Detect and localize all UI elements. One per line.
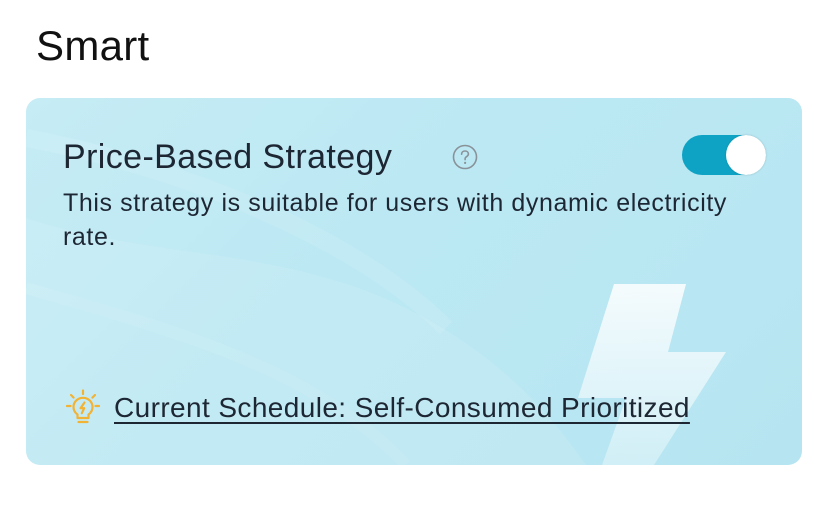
- strategy-description: This strategy is suitable for users with…: [63, 189, 727, 251]
- section-title: Smart: [36, 22, 150, 69]
- price-based-strategy-card: Price-Based Strategy This strategy is su…: [26, 98, 802, 465]
- strategy-toggle[interactable]: [682, 135, 766, 175]
- question-circle-icon[interactable]: [452, 144, 478, 170]
- current-schedule-row: Current Schedule: Self-Consumed Prioriti…: [66, 388, 690, 428]
- strategy-title: Price-Based Strategy: [63, 138, 393, 176]
- current-schedule-link[interactable]: Current Schedule: Self-Consumed Prioriti…: [114, 390, 690, 426]
- lightning-bolt-decoration: [578, 284, 726, 465]
- toggle-knob: [726, 135, 766, 175]
- lightbulb-icon: [66, 389, 100, 424]
